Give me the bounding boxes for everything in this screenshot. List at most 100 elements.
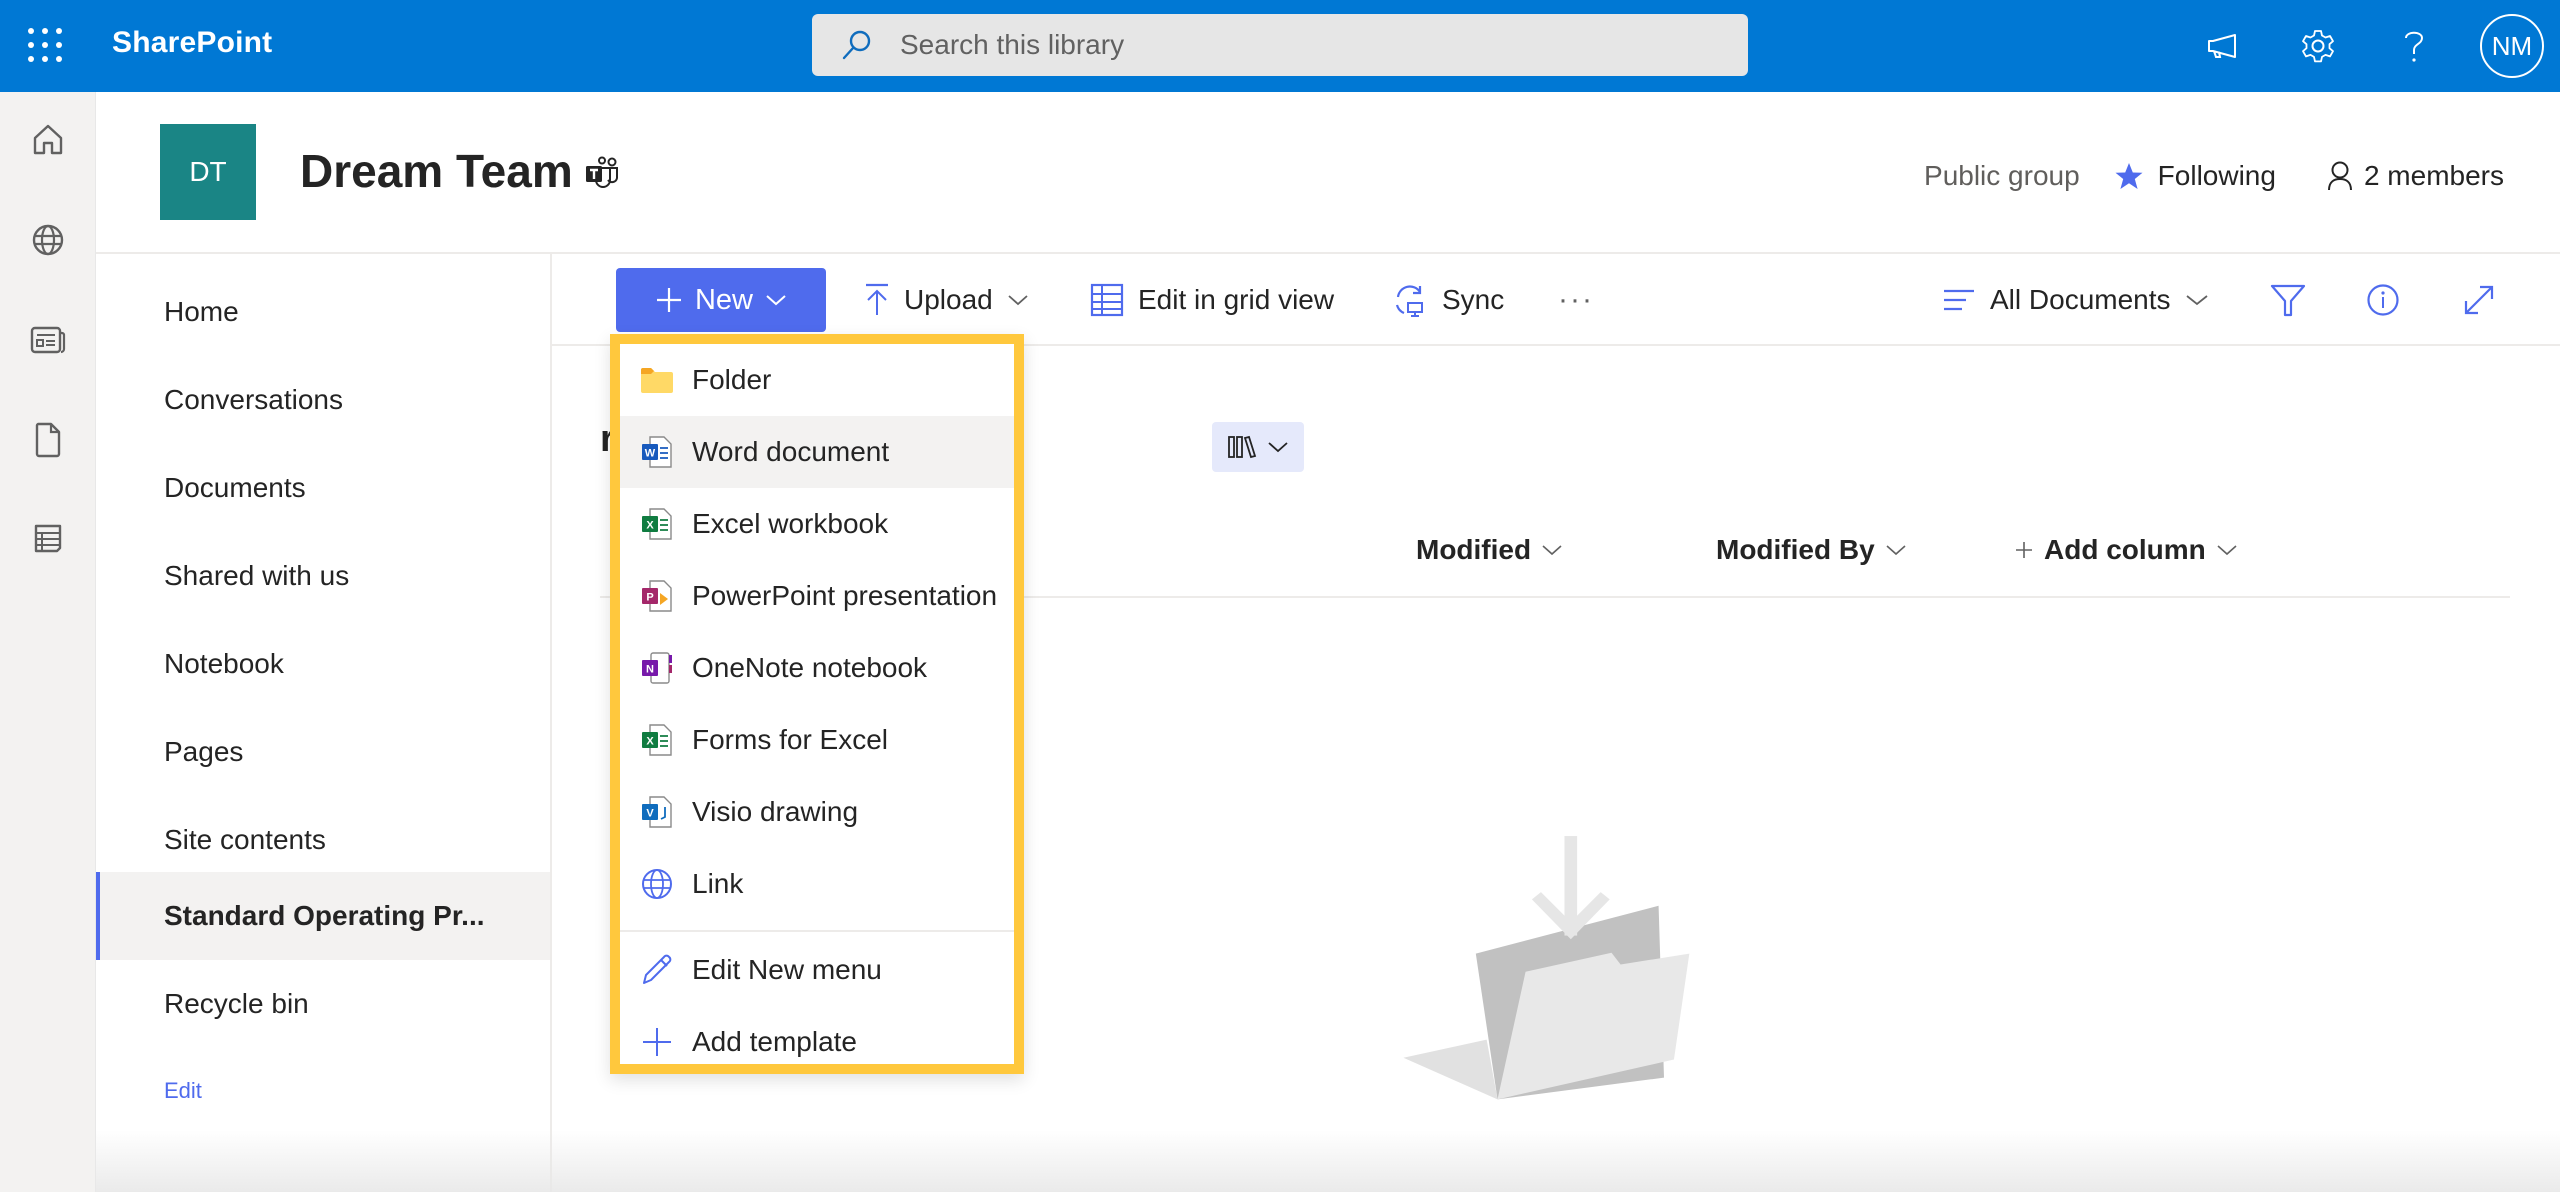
library-books-icon bbox=[1228, 435, 1257, 459]
fullscreen-button[interactable] bbox=[2462, 268, 2496, 332]
svg-text:W: W bbox=[645, 448, 656, 460]
powerpoint-icon: P bbox=[640, 579, 674, 613]
menu-item-excel-workbook[interactable]: X Excel workbook bbox=[620, 488, 1014, 560]
edit-in-grid-view-label: Edit in grid view bbox=[1138, 284, 1335, 315]
column-label: Modified By bbox=[1716, 534, 1875, 565]
nav-item-label: Pages bbox=[164, 736, 244, 767]
file-icon[interactable] bbox=[26, 418, 70, 462]
home-icon[interactable] bbox=[26, 118, 70, 162]
site-header: DT Dream Team Public group Following 2 m… bbox=[96, 92, 2560, 254]
search-box[interactable] bbox=[812, 14, 1748, 76]
empty-folder-illustration bbox=[1403, 836, 1690, 1100]
chevron-down-icon bbox=[2185, 295, 2208, 306]
svg-text:P: P bbox=[646, 592, 653, 604]
nav-item-label: Shared with us bbox=[164, 560, 350, 591]
settings-gear-icon[interactable] bbox=[2296, 24, 2340, 68]
library-view-switcher[interactable] bbox=[1212, 422, 1304, 472]
site-title[interactable]: Dream Team bbox=[300, 144, 573, 198]
megaphone-icon[interactable] bbox=[2200, 24, 2244, 68]
view-label: All Documents bbox=[1990, 284, 2171, 315]
new-dropdown-menu: Folder W Word document X Excel workbook … bbox=[610, 334, 1024, 1074]
suite-bar: SharePoint NM bbox=[0, 0, 2560, 92]
svg-text:X: X bbox=[646, 736, 654, 748]
menu-item-onenote-notebook[interactable]: N OneNote notebook bbox=[620, 632, 1014, 704]
teams-icon[interactable] bbox=[584, 156, 620, 190]
nav-item-notebook[interactable]: Notebook bbox=[96, 620, 550, 708]
info-button[interactable] bbox=[2366, 268, 2400, 332]
edit-in-grid-view-button[interactable]: Edit in grid view bbox=[1090, 268, 1334, 332]
follow-label: Following bbox=[2157, 160, 2276, 191]
menu-item-add-template[interactable]: Add template bbox=[620, 1006, 1014, 1078]
menu-item-label: Visio drawing bbox=[692, 796, 859, 827]
nav-item-site-contents[interactable]: Site contents bbox=[96, 796, 550, 884]
nav-item-home[interactable]: Home bbox=[96, 268, 550, 356]
svg-text:N: N bbox=[646, 664, 654, 676]
star-filled-icon bbox=[2115, 163, 2143, 189]
follow-button[interactable]: Following bbox=[2114, 160, 2276, 192]
chevron-down-icon bbox=[1542, 545, 1562, 556]
nav-item-documents[interactable]: Documents bbox=[96, 444, 550, 532]
nav-item-pages[interactable]: Pages bbox=[96, 708, 550, 796]
more-icon: ··· bbox=[1558, 283, 1594, 316]
menu-item-edit-new-menu[interactable]: Edit New menu bbox=[620, 934, 1014, 1006]
search-input[interactable] bbox=[900, 29, 1700, 61]
nav-item-label: Home bbox=[164, 296, 239, 327]
svg-text:V: V bbox=[646, 808, 654, 820]
nav-item-label: Standard Operating Pr... bbox=[164, 900, 485, 931]
chevron-down-icon bbox=[1268, 442, 1288, 453]
menu-item-label: Excel workbook bbox=[692, 508, 889, 539]
new-button[interactable]: New bbox=[616, 268, 826, 332]
nav-item-label: Site contents bbox=[164, 824, 326, 855]
column-header-modified-by[interactable]: Modified By bbox=[1716, 534, 1907, 566]
menu-item-visio-drawing[interactable]: V Visio drawing bbox=[620, 776, 1014, 848]
search-icon bbox=[842, 30, 871, 60]
chevron-down-icon bbox=[1886, 545, 1906, 556]
members-button[interactable]: 2 members bbox=[2326, 160, 2504, 192]
nav-item-recycle-bin[interactable]: Recycle bin bbox=[96, 960, 550, 1048]
plus-icon bbox=[640, 1025, 674, 1059]
view-lines-icon bbox=[1944, 289, 1974, 311]
upload-button[interactable]: Upload bbox=[864, 268, 1029, 332]
sync-label: Sync bbox=[1442, 284, 1505, 315]
illus-shadow bbox=[1403, 1039, 1498, 1100]
menu-item-forms-for-excel[interactable]: X Forms for Excel bbox=[620, 704, 1014, 776]
menu-item-label: Link bbox=[692, 868, 744, 899]
nav-item-conversations[interactable]: Conversations bbox=[96, 356, 550, 444]
excel-icon: X bbox=[640, 507, 674, 541]
menu-item-word-document[interactable]: W Word document bbox=[620, 416, 1014, 488]
help-icon[interactable] bbox=[2392, 24, 2436, 68]
app-name[interactable]: SharePoint bbox=[112, 26, 272, 60]
menu-item-link[interactable]: Link bbox=[620, 848, 1014, 920]
edit-navigation-link[interactable]: Edit bbox=[164, 1078, 202, 1104]
command-bar: New Upload Edit in grid view Sync ··· Al… bbox=[552, 254, 2560, 346]
globe-icon[interactable] bbox=[26, 218, 70, 262]
site-logo[interactable]: DT bbox=[160, 124, 256, 220]
news-icon[interactable] bbox=[26, 318, 70, 362]
view-selector[interactable]: All Documents bbox=[1942, 268, 2209, 332]
filter-icon bbox=[2270, 284, 2306, 317]
forms-excel-icon: X bbox=[640, 723, 674, 757]
svg-text:X: X bbox=[646, 520, 654, 532]
app-launcher-waffle-icon[interactable] bbox=[28, 28, 64, 64]
menu-divider bbox=[620, 930, 1014, 932]
info-icon bbox=[2367, 284, 2399, 316]
filter-button[interactable] bbox=[2270, 268, 2306, 332]
more-options-button[interactable]: ··· bbox=[1558, 268, 1594, 332]
menu-item-label: Edit New menu bbox=[692, 954, 882, 985]
menu-item-folder[interactable]: Folder bbox=[620, 344, 1014, 416]
column-label: Modified bbox=[1416, 534, 1532, 565]
column-header-modified[interactable]: Modified bbox=[1416, 534, 1563, 566]
upload-label: Upload bbox=[904, 284, 993, 315]
list-icon[interactable] bbox=[26, 516, 70, 560]
chevron-down-icon bbox=[1008, 295, 1028, 306]
new-label: New bbox=[694, 283, 753, 316]
user-avatar[interactable]: NM bbox=[2480, 14, 2544, 78]
menu-item-powerpoint-presentation[interactable]: P PowerPoint presentation bbox=[620, 560, 1014, 632]
sync-button[interactable]: Sync bbox=[1392, 268, 1504, 332]
menu-item-label: Add template bbox=[692, 1026, 857, 1057]
nav-item-shared-with-us[interactable]: Shared with us bbox=[96, 532, 550, 620]
add-column-button[interactable]: Add column bbox=[2014, 534, 2238, 566]
chevron-down-icon bbox=[766, 295, 786, 306]
plus-icon bbox=[656, 288, 681, 312]
nav-item-standard-operating-procedures[interactable]: Standard Operating Pr... bbox=[96, 872, 550, 960]
